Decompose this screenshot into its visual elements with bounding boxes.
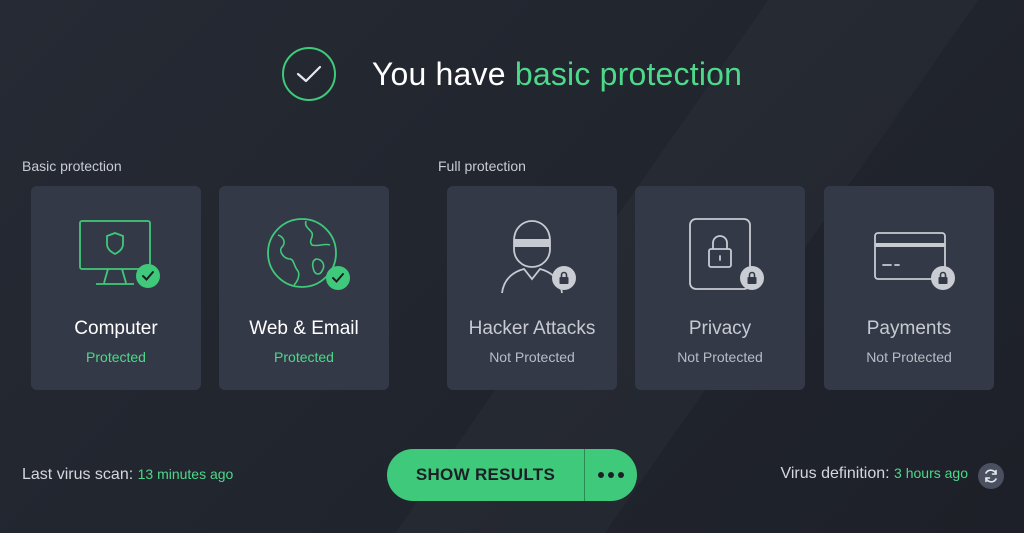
lock-icon bbox=[740, 266, 764, 290]
card-status: Protected bbox=[274, 349, 334, 365]
show-results-button[interactable]: SHOW RESULTS bbox=[387, 449, 585, 501]
last-scan-value: 13 minutes ago bbox=[137, 466, 234, 482]
globe-icon bbox=[254, 210, 354, 300]
title-prefix: You have bbox=[371, 55, 506, 92]
card-hacker-attacks[interactable]: Hacker Attacks Not Protected bbox=[447, 186, 617, 390]
card-name: Privacy bbox=[688, 318, 752, 339]
card-status: Not Protected bbox=[489, 349, 575, 365]
more-dot-icon bbox=[618, 472, 624, 478]
hacker-icon bbox=[482, 210, 582, 300]
card-name: Hacker Attacks bbox=[468, 318, 596, 339]
virus-def-label: Virus definition: bbox=[780, 465, 890, 482]
more-dot-icon bbox=[598, 472, 604, 478]
lock-icon bbox=[552, 266, 576, 290]
check-icon bbox=[136, 264, 160, 288]
monitor-shield-icon bbox=[66, 210, 166, 300]
card-payments[interactable]: Payments Not Protected bbox=[824, 186, 994, 390]
last-scan-label: Last virus scan: bbox=[22, 466, 134, 483]
padlock-document-icon bbox=[670, 210, 770, 300]
page-title: You have basic protection bbox=[372, 56, 742, 93]
card-web-email[interactable]: Web & Email Protected bbox=[219, 186, 389, 390]
status-check-icon bbox=[281, 47, 336, 101]
more-dot-icon bbox=[608, 472, 614, 478]
card-name: Web & Email bbox=[249, 318, 359, 339]
virus-definition-info: Virus definition: 3 hours ago bbox=[780, 465, 968, 483]
refresh-icon[interactable] bbox=[978, 463, 1004, 489]
card-privacy[interactable]: Privacy Not Protected bbox=[635, 186, 805, 390]
show-results-group: SHOW RESULTS bbox=[387, 449, 637, 501]
lock-icon bbox=[931, 266, 955, 290]
basic-protection-label: Basic protection bbox=[22, 158, 122, 174]
full-protection-label: Full protection bbox=[438, 158, 526, 174]
check-icon bbox=[326, 266, 350, 290]
more-options-button[interactable] bbox=[585, 449, 637, 501]
card-status: Not Protected bbox=[677, 349, 763, 365]
card-status: Protected bbox=[86, 349, 146, 365]
protection-header: You have basic protection bbox=[0, 46, 1024, 102]
title-accent: basic protection bbox=[514, 55, 743, 92]
card-name: Computer bbox=[74, 318, 158, 339]
credit-card-icon bbox=[859, 210, 959, 300]
last-scan-info: Last virus scan: 13 minutes ago bbox=[22, 466, 233, 484]
virus-def-value: 3 hours ago bbox=[894, 465, 968, 481]
card-status: Not Protected bbox=[866, 349, 952, 365]
card-computer[interactable]: Computer Protected bbox=[31, 186, 201, 390]
card-name: Payments bbox=[866, 318, 952, 339]
